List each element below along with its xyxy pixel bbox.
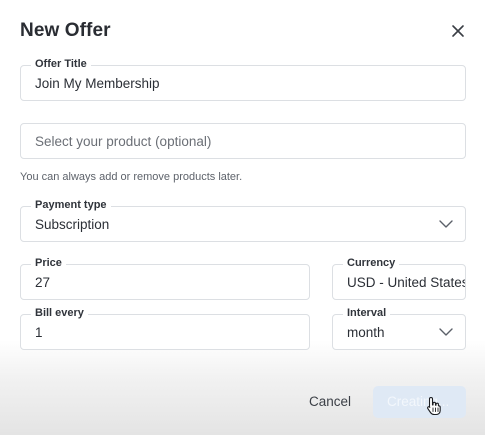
interval-select[interactable]: Interval month	[332, 306, 466, 350]
chevron-down-icon	[439, 220, 453, 228]
bill-every-field[interactable]: Bill every 1	[20, 306, 310, 350]
offer-title-field[interactable]: Offer Title Join My Membership	[20, 57, 466, 101]
currency-value: USD - United States Dollar	[347, 275, 465, 290]
dialog-title: New Offer	[20, 20, 111, 41]
bill-every-label: Bill every	[31, 306, 88, 320]
price-label: Price	[31, 256, 66, 270]
hand-cursor-icon	[427, 396, 441, 416]
price-value: 27	[35, 275, 51, 290]
offer-title-label: Offer Title	[31, 57, 91, 71]
currency-select[interactable]: Currency USD - United States Dollar	[332, 256, 466, 300]
chevron-down-icon	[439, 328, 453, 336]
product-placeholder: Select your product (optional)	[35, 134, 212, 149]
offer-title-value: Join My Membership	[35, 76, 160, 91]
cancel-button[interactable]: Cancel	[300, 387, 360, 417]
payment-type-label: Payment type	[31, 198, 111, 212]
payment-type-select[interactable]: Payment type Subscription	[20, 198, 466, 242]
close-icon[interactable]	[449, 22, 467, 40]
product-select[interactable]: Select your product (optional)	[20, 123, 466, 159]
price-field[interactable]: Price 27	[20, 256, 310, 300]
new-offer-dialog: New Offer Offer Title Join My Membership…	[0, 0, 485, 435]
create-button[interactable]: Creating...	[373, 386, 466, 418]
bill-every-value: 1	[35, 325, 43, 340]
payment-type-value: Subscription	[35, 217, 110, 232]
product-helper-text: You can always add or remove products la…	[20, 171, 243, 183]
interval-label: Interval	[343, 306, 391, 320]
interval-value: month	[347, 325, 385, 340]
